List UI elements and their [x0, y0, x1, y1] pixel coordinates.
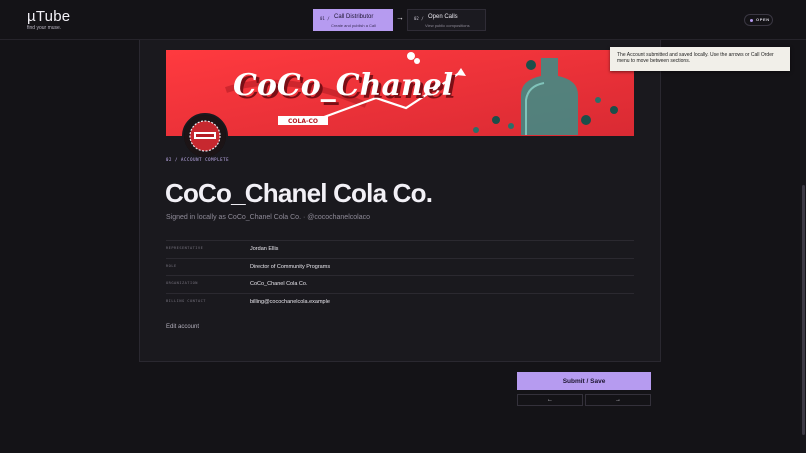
- step-number: 02 /: [414, 16, 424, 21]
- detail-label: BILLING CONTACT: [166, 298, 206, 303]
- arrow-right-icon: →: [615, 397, 621, 403]
- section-eyebrow: 02 / ACCOUNT COMPLETE: [166, 157, 230, 162]
- step-title: Call Distributor: [334, 14, 374, 20]
- account-details: REPRESENTATIVE Jordan Ellis ROLE Directo…: [166, 240, 634, 310]
- next-button[interactable]: →: [585, 394, 651, 406]
- top-bar: µTube find your muse. 01 / Call Distribu…: [0, 0, 806, 40]
- account-banner: CoCo_Chanel CoCo_Chanel COLA-CO: [166, 50, 634, 136]
- previous-button[interactable]: ←: [517, 394, 583, 406]
- status-dot-icon: [750, 19, 753, 22]
- detail-value: Jordan Ellis: [250, 246, 279, 252]
- detail-label: ROLE: [166, 263, 177, 268]
- scrollbar-thumb[interactable]: [802, 185, 805, 435]
- detail-value: CoCo_Chanel Cola Co.: [250, 281, 308, 287]
- step-number: 01 /: [320, 16, 330, 21]
- status-badge: OPEN: [744, 14, 773, 26]
- step-call-distributor[interactable]: 01 / Call Distributor Create and publish…: [313, 9, 393, 31]
- banner-text: CoCo_Chanel: [233, 68, 453, 103]
- step-title: Open Calls: [428, 14, 458, 20]
- step-subtitle: Create and publish a Call: [331, 23, 376, 28]
- status-badge-label: OPEN: [756, 17, 770, 22]
- submit-save-button[interactable]: Submit / Save: [517, 372, 651, 390]
- account-avatar: [182, 113, 228, 159]
- banner-image: CoCo_Chanel CoCo_Chanel COLA-CO: [166, 50, 634, 136]
- page-title: CoCo_Chanel Cola Co.: [165, 178, 433, 208]
- account-subtitle: Signed in locally as CoCo_Chanel Cola Co…: [166, 214, 370, 221]
- brand-name: µTube: [27, 8, 71, 25]
- detail-row: REPRESENTATIVE Jordan Ellis: [166, 240, 634, 258]
- brand-tagline: find your muse.: [27, 25, 62, 31]
- banner-subtext: COLA-CO: [288, 118, 318, 125]
- scrollbar[interactable]: [800, 40, 806, 453]
- detail-row: ORGANIZATION CoCo_Chanel Cola Co.: [166, 275, 634, 293]
- detail-value: billing@cocochanelcola.example: [250, 298, 330, 305]
- detail-value: Director of Community Programs: [250, 263, 331, 270]
- brand-logo[interactable]: µTube find your muse.: [27, 9, 70, 31]
- detail-label: ORGANIZATION: [166, 281, 198, 285]
- arrow-right-icon: →: [396, 13, 404, 22]
- step-open-calls[interactable]: 02 / Open Calls View public compositions: [407, 9, 486, 31]
- step-subtitle: View public compositions: [425, 23, 470, 28]
- edit-account-link[interactable]: Edit account: [166, 324, 199, 330]
- detail-row: ROLE Director of Community Programs: [166, 257, 634, 276]
- detail-row: BILLING CONTACT billing@cocochanelcola.e…: [166, 292, 634, 311]
- status-tooltip: The Account submitted and saved locally.…: [610, 47, 790, 71]
- arrow-left-icon: ←: [547, 397, 553, 403]
- detail-label: REPRESENTATIVE: [166, 246, 204, 250]
- avatar-image: [184, 115, 226, 157]
